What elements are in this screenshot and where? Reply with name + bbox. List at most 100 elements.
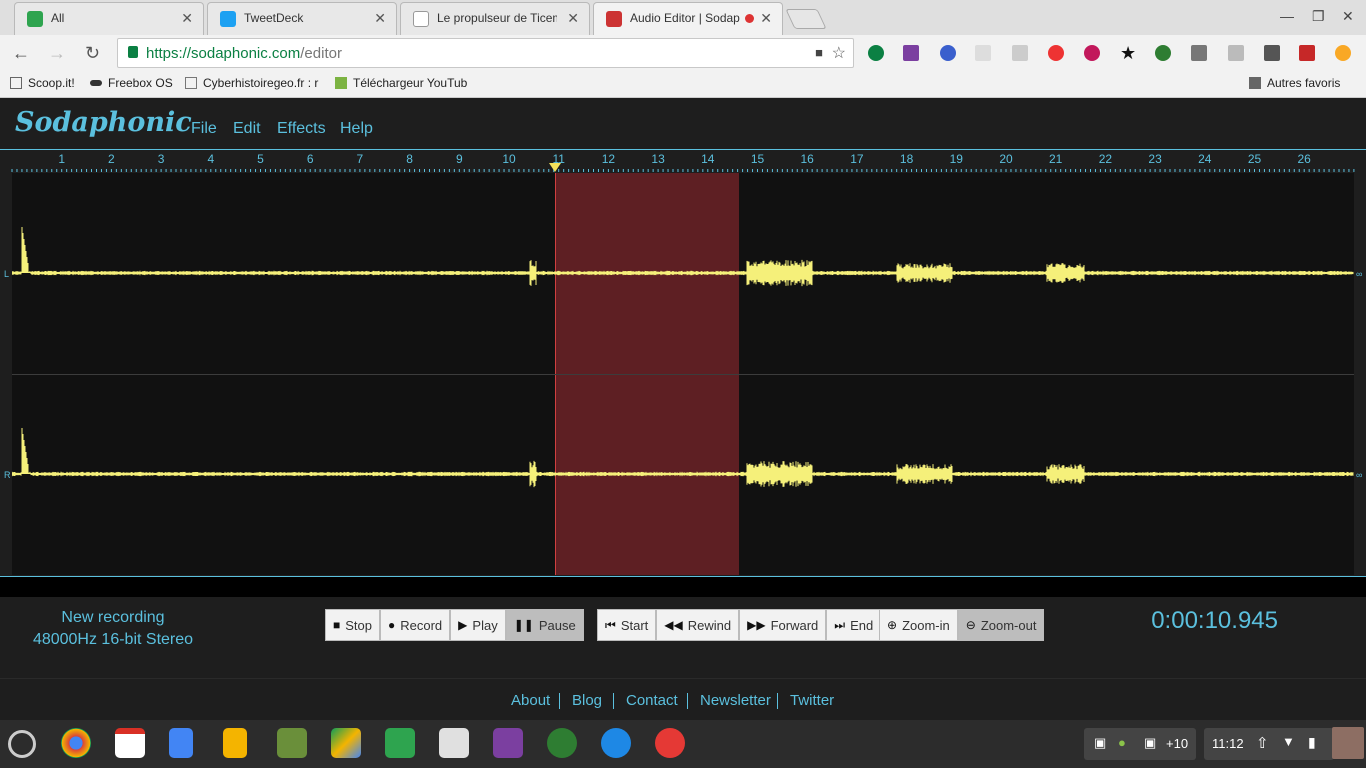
camera-icon[interactable]: ■ [815,45,823,60]
gmail-icon[interactable] [115,728,145,758]
rss-icon[interactable] [1012,45,1028,61]
chrome-icon[interactable] [61,728,91,758]
scroll-strip[interactable] [0,577,1366,597]
clock: 11:12 [1212,736,1244,751]
waveform-area[interactable] [12,173,1354,575]
playhead-marker-icon[interactable] [549,163,561,173]
turtle-icon[interactable] [1155,45,1171,61]
waveform-svg [12,173,1354,575]
close-window-icon[interactable]: ✕ [1342,8,1354,25]
play-store-icon[interactable] [439,728,469,758]
forward-icon[interactable]: → [48,43,66,64]
channel-left-label: L [4,269,9,279]
zoom-in-button[interactable]: ⊕ Zoom-in [879,609,958,641]
star-black-icon[interactable]: ★ [1120,45,1136,61]
notification-tray[interactable]: ▣ ● ▣ +10 [1084,728,1196,760]
menu-file[interactable]: File [191,120,217,138]
menu-edit[interactable]: Edit [233,120,261,138]
pause-icon: ❚❚ [514,618,534,632]
timeline-ruler[interactable]: 1 2 3 4 5 6 7 8 9 10 11 12 13 14 15 16 17 18 19 20 21 22 23 24 2… [0,149,1366,173]
back-icon[interactable]: ← [12,43,30,64]
camera-notification-icon: ▣ [1094,735,1106,751]
ruler-label: 8 [406,152,413,166]
tab-all[interactable]: All ✕ [14,2,204,35]
onenote-icon[interactable] [493,728,523,758]
bookmark-scoopit[interactable]: Scoop.it! [10,76,75,90]
play-button[interactable]: ▶ Play [450,609,506,641]
onenote-icon[interactable] [903,45,919,61]
bookmark-freebox[interactable]: Freebox OS [90,76,173,90]
star-icon[interactable]: ☆ [832,43,846,63]
menu-help[interactable]: Help [340,120,373,138]
stop-button[interactable]: ■ Stop [325,609,380,641]
bookmark-other-folder[interactable]: Autres favoris [1249,76,1340,90]
feedly-icon [27,11,43,27]
reload-icon[interactable]: ↻ [85,43,100,64]
footer-link-about[interactable]: About [511,692,550,709]
turtle-icon[interactable] [547,728,577,758]
ruler-label: 25 [1248,152,1261,166]
tab-propulseur[interactable]: Le propulseur de Ticem ✕ [400,2,590,35]
record-button[interactable]: ● Record [380,609,450,641]
forward-button[interactable]: ▶▶ Forward [739,609,826,641]
extension-k-icon[interactable] [940,45,956,61]
close-icon[interactable]: ✕ [567,10,579,27]
close-icon[interactable]: ✕ [181,10,193,27]
tab-tweetdeck[interactable]: TweetDeck ✕ [207,2,397,35]
zoom-out-button[interactable]: ⊖ Zoom-out [958,609,1045,641]
extension-gray-icon[interactable] [1228,45,1244,61]
screenshot-notification-icon: ▣ [1144,735,1156,751]
end-button[interactable]: ⏭ End [826,609,881,641]
photos-icon[interactable] [655,728,685,758]
owl-icon [185,77,197,89]
footer-link-contact[interactable]: Contact [626,692,678,709]
app-logo[interactable]: Sodaphonic [15,107,192,138]
extension-icon[interactable] [868,45,884,61]
ruler-label: 15 [751,152,764,166]
slides-icon[interactable] [223,728,247,758]
close-icon[interactable]: ✕ [760,10,772,27]
menu-effects[interactable]: Effects [277,120,326,138]
gif-icon[interactable] [975,45,991,61]
recording-format: 48000Hz 16-bit Stereo [0,631,226,649]
folder-icon [1249,77,1261,89]
footer-separator [687,693,688,709]
footer-link-blog[interactable]: Blog [572,692,602,709]
book-icon[interactable] [1299,45,1315,61]
drive-icon[interactable] [331,728,361,758]
address-bar[interactable]: https://sodaphonic.com/editor ■ ☆ [117,38,854,68]
alert-icon[interactable] [1335,45,1351,61]
ruler-label: 16 [801,152,814,166]
status-tray[interactable]: 11:12 ⇧ ▼ ▮ [1204,728,1334,760]
minimize-icon[interactable]: — [1280,8,1294,24]
pause-button[interactable]: ❚❚ Pause [506,609,584,641]
navigation-group: ⏮ Start ◀◀ Rewind ▶▶ Forward ⏭ End [597,609,881,641]
close-icon[interactable]: ✕ [374,10,386,27]
vectr-icon[interactable] [277,728,307,758]
pencil-icon[interactable] [1264,45,1280,61]
footer-link-newsletter[interactable]: Newsletter [700,692,771,709]
bookmark-telechargeur[interactable]: Téléchargeur YouTub [335,76,467,90]
play-icon: ▶ [458,618,467,632]
browser-toolbar: ← → ↻ https://sodaphonic.com/editor ■ ☆ … [0,35,1366,71]
os-shelf: ▣ ● ▣ +10 11:12 ⇧ ▼ ▮ [0,720,1366,768]
music-icon[interactable] [1084,45,1100,61]
start-button[interactable]: ⏮ Start [597,609,656,641]
tab-title: All [51,11,171,25]
bookmarks-bar: Scoop.it! Freebox OS Cyberhistoiregeo.fr… [0,71,1366,98]
opera-icon[interactable] [1048,45,1064,61]
ruler-label: 19 [950,152,963,166]
footer-link-twitter[interactable]: Twitter [790,692,834,709]
tab-audio-editor[interactable]: Audio Editor | Sodap ✕ [593,2,783,35]
maximize-icon[interactable]: ❐ [1312,8,1325,25]
launcher-icon[interactable] [8,730,36,758]
files-icon[interactable] [601,728,631,758]
docs-icon[interactable] [169,728,193,758]
footer-separator [613,693,614,709]
new-tab-button[interactable] [785,9,826,29]
feedly-icon[interactable] [385,728,415,758]
cast-icon[interactable] [1191,45,1207,61]
rewind-button[interactable]: ◀◀ Rewind [656,609,739,641]
avatar[interactable] [1332,727,1364,759]
bookmark-cyberhistoire[interactable]: Cyberhistoiregeo.fr : r [185,76,318,90]
